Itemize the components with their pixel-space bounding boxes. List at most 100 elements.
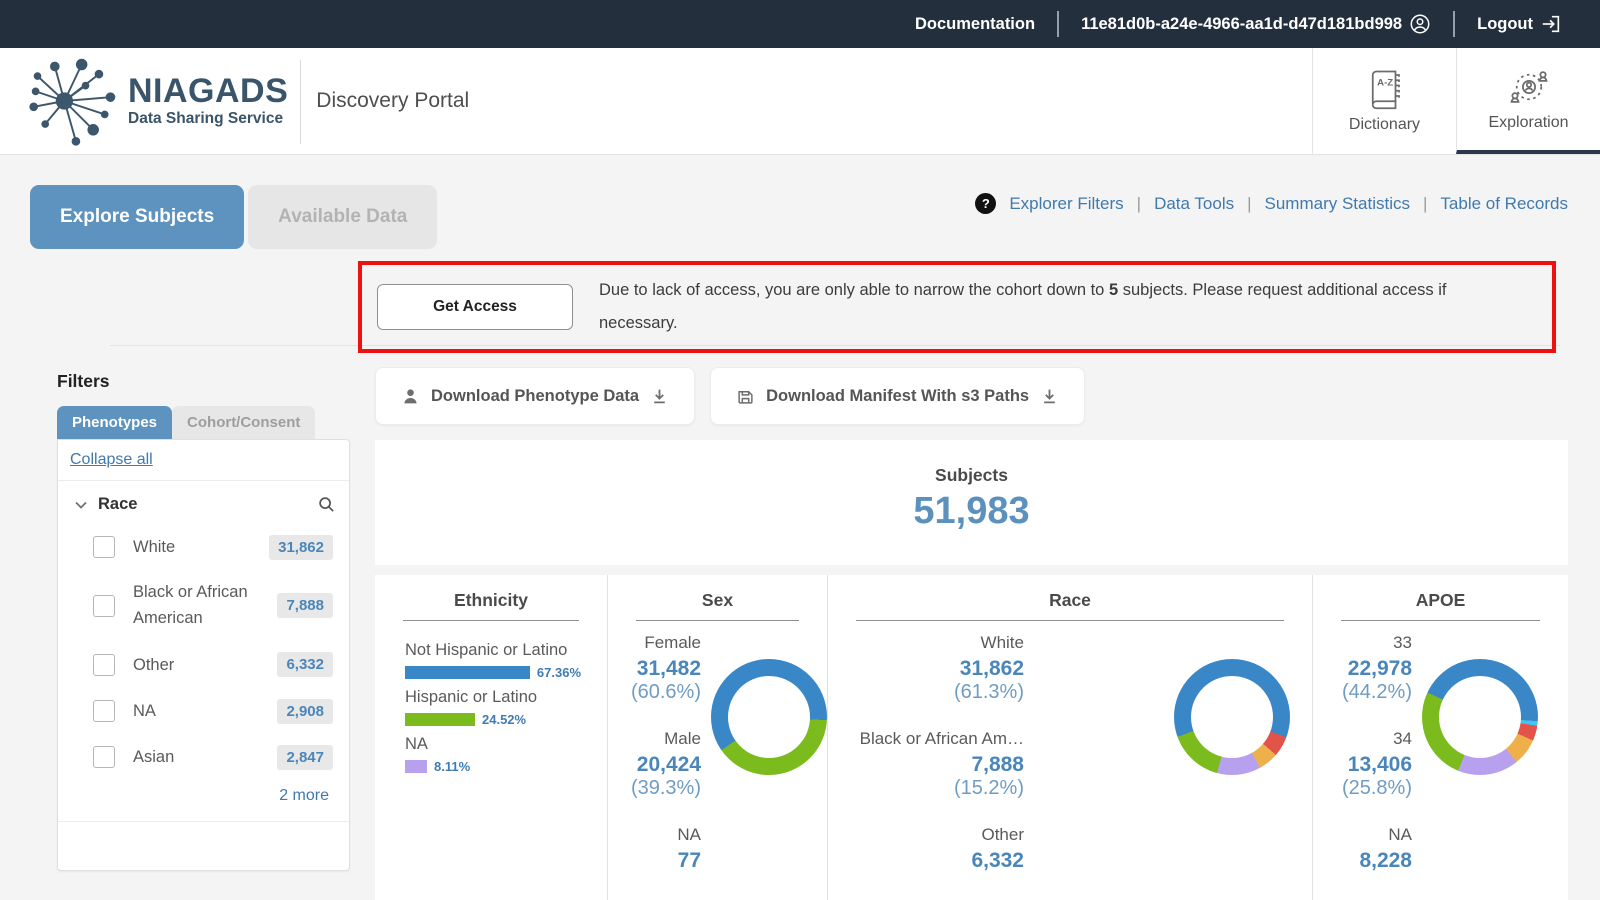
main-row: Filters Phenotypes Cohort/Consent Collap… [0,367,1600,900]
more-row: 2 more [58,781,349,822]
facet-item-other: Other 6,332 [58,642,349,688]
stat-label: Other [828,825,1024,845]
annotation-highlight-box: Get Access Due to lack of access, you ar… [358,261,1556,353]
checkbox-asian[interactable] [93,746,115,768]
get-access-button[interactable]: Get Access [377,284,573,330]
show-more-link[interactable]: 2 more [279,787,329,804]
stat-male: Male 20,424 (39.3%) [608,729,701,800]
link-table-of-records[interactable]: Table of Records [1440,194,1568,214]
chart-apoe: APOE 33 22,978 (44.2%) 34 [1312,575,1568,900]
checkbox-white[interactable] [93,536,115,558]
stat-label: White [828,633,1024,653]
bar-row: 24.52% [405,712,581,727]
bar-row: 67.36% [405,665,581,680]
facet-item-count: 6,332 [277,652,333,677]
ethnicity-bars: Not Hispanic or Latino 67.36% Hispanic o… [375,621,607,774]
facet-race-label: Race [98,495,318,514]
person-icon [402,388,419,405]
search-icon[interactable] [318,496,335,513]
stat-percent: (61.3%) [828,681,1024,704]
checkbox-other[interactable] [93,654,115,676]
nav-dictionary[interactable]: A-Z Dictionary [1312,48,1456,154]
stat-label: 33 [1313,633,1412,653]
checkbox-na[interactable] [93,700,115,722]
filters-panel: Collapse all Race White 31,862 Bl [57,439,350,871]
download-phenotype-button[interactable]: Download Phenotype Data [375,367,695,425]
stat-34: 34 13,406 (25.8%) [1313,729,1412,800]
filter-tabs: Phenotypes Cohort/Consent [57,406,350,439]
stat-label: Black or African Am… [828,729,1024,749]
facet-item-label: Other [133,652,277,678]
bar-label: NA [405,735,581,754]
stat-count: 31,862 [828,657,1024,681]
topbar-divider [1057,11,1059,37]
stat-count: 31,482 [608,657,701,681]
stat-count: 13,406 [1313,753,1412,777]
person-circle-icon [1409,13,1431,35]
topbar: Documentation 11e81d0b-a24e-4966-aa1d-d4… [0,0,1600,48]
stat-black-or-african-american: Black or African Am… 7,888 (15.2%) [828,729,1024,800]
bar-label: Hispanic or Latino [405,688,581,707]
download-icon [651,388,668,405]
logout-button[interactable]: Logout [1477,13,1562,35]
stat-percent: (15.2%) [828,777,1024,800]
stat-count: 8,228 [1313,849,1412,873]
collapse-all-row: Collapse all [58,440,349,481]
user-id-menu[interactable]: 11e81d0b-a24e-4966-aa1d-d47d181bd998 [1081,13,1431,35]
donut-hole [728,676,810,758]
documentation-link[interactable]: Documentation [915,15,1035,34]
chevron-down-icon[interactable] [74,498,88,512]
apoe-pie-body: 33 22,978 (44.2%) 34 13,406 (25.8%) [1313,621,1568,898]
subjects-label: Subjects [375,465,1568,486]
facet-item-white: White 31,862 [58,524,349,570]
stat-na: NA 77 [608,825,701,873]
tab-phenotypes[interactable]: Phenotypes [57,406,172,439]
dictionary-book-icon: A-Z [1364,68,1406,110]
save-icon [737,388,754,405]
link-summary-statistics[interactable]: Summary Statistics [1265,194,1410,214]
brand-logo[interactable]: NIAGADS Data Sharing Service [0,48,288,154]
bar-na [405,760,427,773]
brand-name: NIAGADS [128,74,288,108]
bar-not-hispanic [405,666,530,679]
alert-message-prefix: Due to lack of access, you are only able… [599,281,1109,299]
collapse-all-link[interactable]: Collapse all [70,451,153,468]
facet-item-count: 31,862 [269,535,333,560]
stat-count: 20,424 [608,753,701,777]
facet-item-asian: Asian 2,847 [58,734,349,780]
bar-value: 8.11% [434,759,470,774]
tab-cohort-consent[interactable]: Cohort/Consent [172,406,315,439]
donut-hole [1191,676,1273,758]
access-alert-message: Due to lack of access, you are only able… [573,274,1552,340]
header-nav: A-Z Dictionary Exploration [1312,48,1600,154]
stat-percent: (39.3%) [608,777,701,800]
stat-count: 77 [608,849,701,873]
topbar-divider [1453,11,1455,37]
stat-percent: (25.8%) [1313,777,1412,800]
stat-other: Other 6,332 [828,825,1024,873]
tab-explore-subjects[interactable]: Explore Subjects [30,185,244,249]
tab-available-data[interactable]: Available Data [248,185,437,249]
nav-dictionary-label: Dictionary [1349,116,1420,134]
checkbox-black-or-african-american[interactable] [93,595,115,617]
link-data-tools[interactable]: Data Tools [1154,194,1234,214]
exploration-people-icon [1508,66,1550,108]
logout-icon [1540,13,1562,35]
link-explorer-filters[interactable]: Explorer Filters [1009,194,1123,214]
facet-item-count: 2,908 [277,699,333,724]
facet-item-label: Black or African American [133,580,277,631]
nav-exploration[interactable]: Exploration [1456,48,1600,154]
header: NIAGADS Data Sharing Service Discovery P… [0,48,1600,155]
download-toolbar: Download Phenotype Data Download Manifes… [375,367,1568,425]
apoe-donut-chart [1422,659,1538,775]
subjects-summary-card: Subjects 51,983 [375,440,1568,565]
content: Explore Subjects Available Data ? Explor… [0,155,1600,900]
bar-value: 24.52% [482,712,526,727]
chart-ethnicity: Ethnicity Not Hispanic or Latino 67.36% … [375,575,607,900]
user-id-text: 11e81d0b-a24e-4966-aa1d-d47d181bd998 [1081,15,1402,34]
download-manifest-button[interactable]: Download Manifest With s3 Paths [710,367,1085,425]
page: Documentation 11e81d0b-a24e-4966-aa1d-d4… [0,0,1600,900]
stat-label: NA [1313,825,1412,845]
download-icon [1041,388,1058,405]
question-badge-icon[interactable]: ? [975,193,996,214]
